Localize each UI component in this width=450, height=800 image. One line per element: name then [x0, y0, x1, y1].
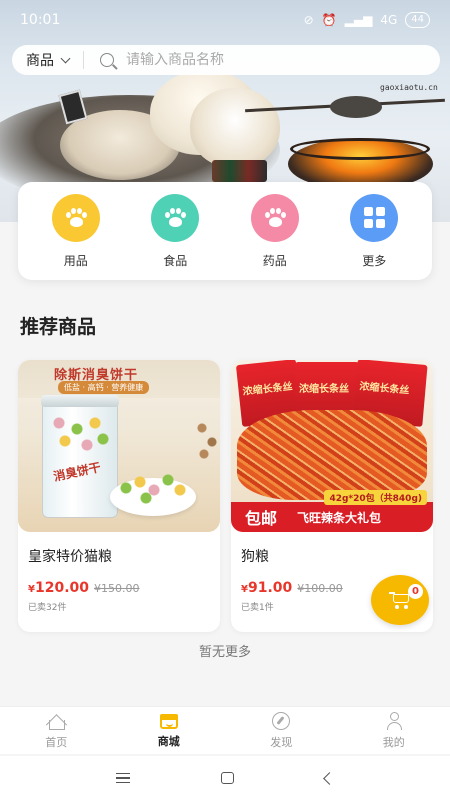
paw-icon: [164, 207, 187, 228]
category-icon-circle: [250, 193, 299, 242]
banner-watermark: gaoxiaotu.cn: [380, 83, 438, 92]
walnuts: [194, 420, 220, 460]
shop-icon: [159, 714, 178, 729]
category-label: 用品: [63, 253, 88, 268]
spicy-strips: [237, 410, 427, 500]
network-type: 4G: [380, 13, 398, 27]
section-title: 推荐商品: [20, 316, 97, 338]
free-shipping-badge: 包邮: [231, 502, 291, 532]
bottom-tab-bar: 首页 商城 发现 我的: [0, 706, 450, 754]
category-food[interactable]: 食品: [135, 193, 215, 269]
menu-icon[interactable]: [115, 773, 130, 783]
home-button-icon[interactable]: [220, 772, 234, 784]
promo-pack-size: 42g*20包（共840g): [324, 490, 427, 505]
cart-button[interactable]: 0: [371, 575, 429, 625]
tab-label: 商城: [157, 735, 180, 748]
tab-mall[interactable]: 商城: [124, 712, 214, 749]
product-sold-count: 已卖32件: [28, 603, 67, 613]
product-image-subtitle: 低盐 · 高钙 · 营养健康: [58, 381, 150, 394]
battery-icon: 44: [405, 12, 430, 28]
compass-icon: [272, 711, 291, 730]
product-name: 狗粮: [241, 549, 269, 565]
tab-label: 发现: [270, 735, 293, 749]
category-icon-circle: [51, 193, 100, 242]
jar-treats: [49, 415, 111, 455]
signal-icon: ▂▄▆: [344, 13, 373, 27]
system-nav-bar: [0, 756, 450, 800]
cart-count-badge: 0: [408, 584, 423, 599]
product-price: ¥91.00: [241, 580, 293, 596]
grid-icon: [363, 207, 385, 228]
back-icon[interactable]: [323, 771, 337, 785]
tab-discover[interactable]: 发现: [236, 711, 326, 750]
tab-label: 首页: [45, 735, 68, 749]
alarm-icon: ⏰: [321, 13, 337, 27]
category-label: 药品: [262, 253, 287, 268]
product-card[interactable]: 除斯消臭饼干 低盐 · 高钙 · 营养健康 消臭饼干 皇家特价猫粮 ¥120.0…: [18, 360, 220, 632]
jar-label: 消臭饼干: [52, 460, 103, 484]
banner-bottles: [212, 160, 267, 182]
product-image-banner: 除斯消臭饼干 低盐 · 高钙 · 营养健康: [18, 360, 220, 398]
category-supplies[interactable]: 用品: [36, 193, 116, 269]
no-more-text: 暂无更多: [198, 645, 251, 660]
product-jar: 消臭饼干: [41, 395, 119, 518]
banner-polar-bear: [190, 88, 280, 168]
product-name: 皇家特价猫粮: [28, 549, 112, 565]
product-image: 除斯消臭饼干 低盐 · 高钙 · 营养健康 消臭饼干: [18, 360, 220, 532]
category-more[interactable]: 更多: [334, 193, 414, 269]
product-original-price: ¥150.00: [94, 582, 140, 595]
status-bar: 10:01 ⊘ ⏰ ▂▄▆ 4G 44: [0, 0, 450, 40]
category-icon-circle: [350, 193, 399, 242]
category-icon-circle: [151, 193, 200, 242]
product-info: 皇家特价猫粮 ¥120.00 ¥150.00 已卖32件: [18, 532, 220, 632]
category-medicine[interactable]: 药品: [235, 193, 315, 269]
category-label: 食品: [163, 253, 188, 268]
plate-treats: [118, 468, 190, 504]
promo-title: 飞旺辣条大礼包: [297, 511, 382, 525]
promo-banner: 42g*20包（共840g) 飞旺辣条大礼包: [291, 490, 433, 532]
search-category-label: 商品: [26, 53, 54, 69]
status-icons: ⊘ ⏰ ▂▄▆ 4G 44: [304, 12, 430, 28]
product-original-price: ¥100.00: [297, 582, 343, 595]
status-time: 10:01: [20, 12, 61, 28]
banner-fish: [330, 96, 382, 118]
search-icon: [100, 53, 114, 67]
search-input[interactable]: [126, 52, 426, 68]
banner-grill-rim: [290, 138, 430, 160]
tab-label: 我的: [382, 735, 405, 749]
product-prices: ¥120.00 ¥150.00: [28, 580, 210, 596]
tab-home[interactable]: 首页: [11, 712, 101, 750]
user-icon: [385, 711, 403, 730]
search-category-dropdown[interactable]: 商品: [26, 51, 84, 69]
product-price: ¥120.00: [28, 580, 89, 596]
product-image: 浓缩长条丝 浓缩长条丝 浓缩长条丝 包邮 42g*20包（共840g) 飞旺辣条…: [231, 360, 433, 532]
jar-lid: [41, 395, 119, 407]
tab-mine[interactable]: 我的: [349, 711, 439, 750]
mute-icon: ⊘: [303, 13, 314, 27]
paw-icon: [65, 207, 87, 228]
search-bar: 商品: [12, 45, 440, 75]
paw-icon: [264, 207, 286, 228]
home-icon: [47, 712, 66, 730]
category-card: 用品 食品 药品 更多: [18, 182, 432, 280]
category-label: 更多: [362, 253, 387, 268]
chevron-down-icon: [60, 53, 71, 63]
